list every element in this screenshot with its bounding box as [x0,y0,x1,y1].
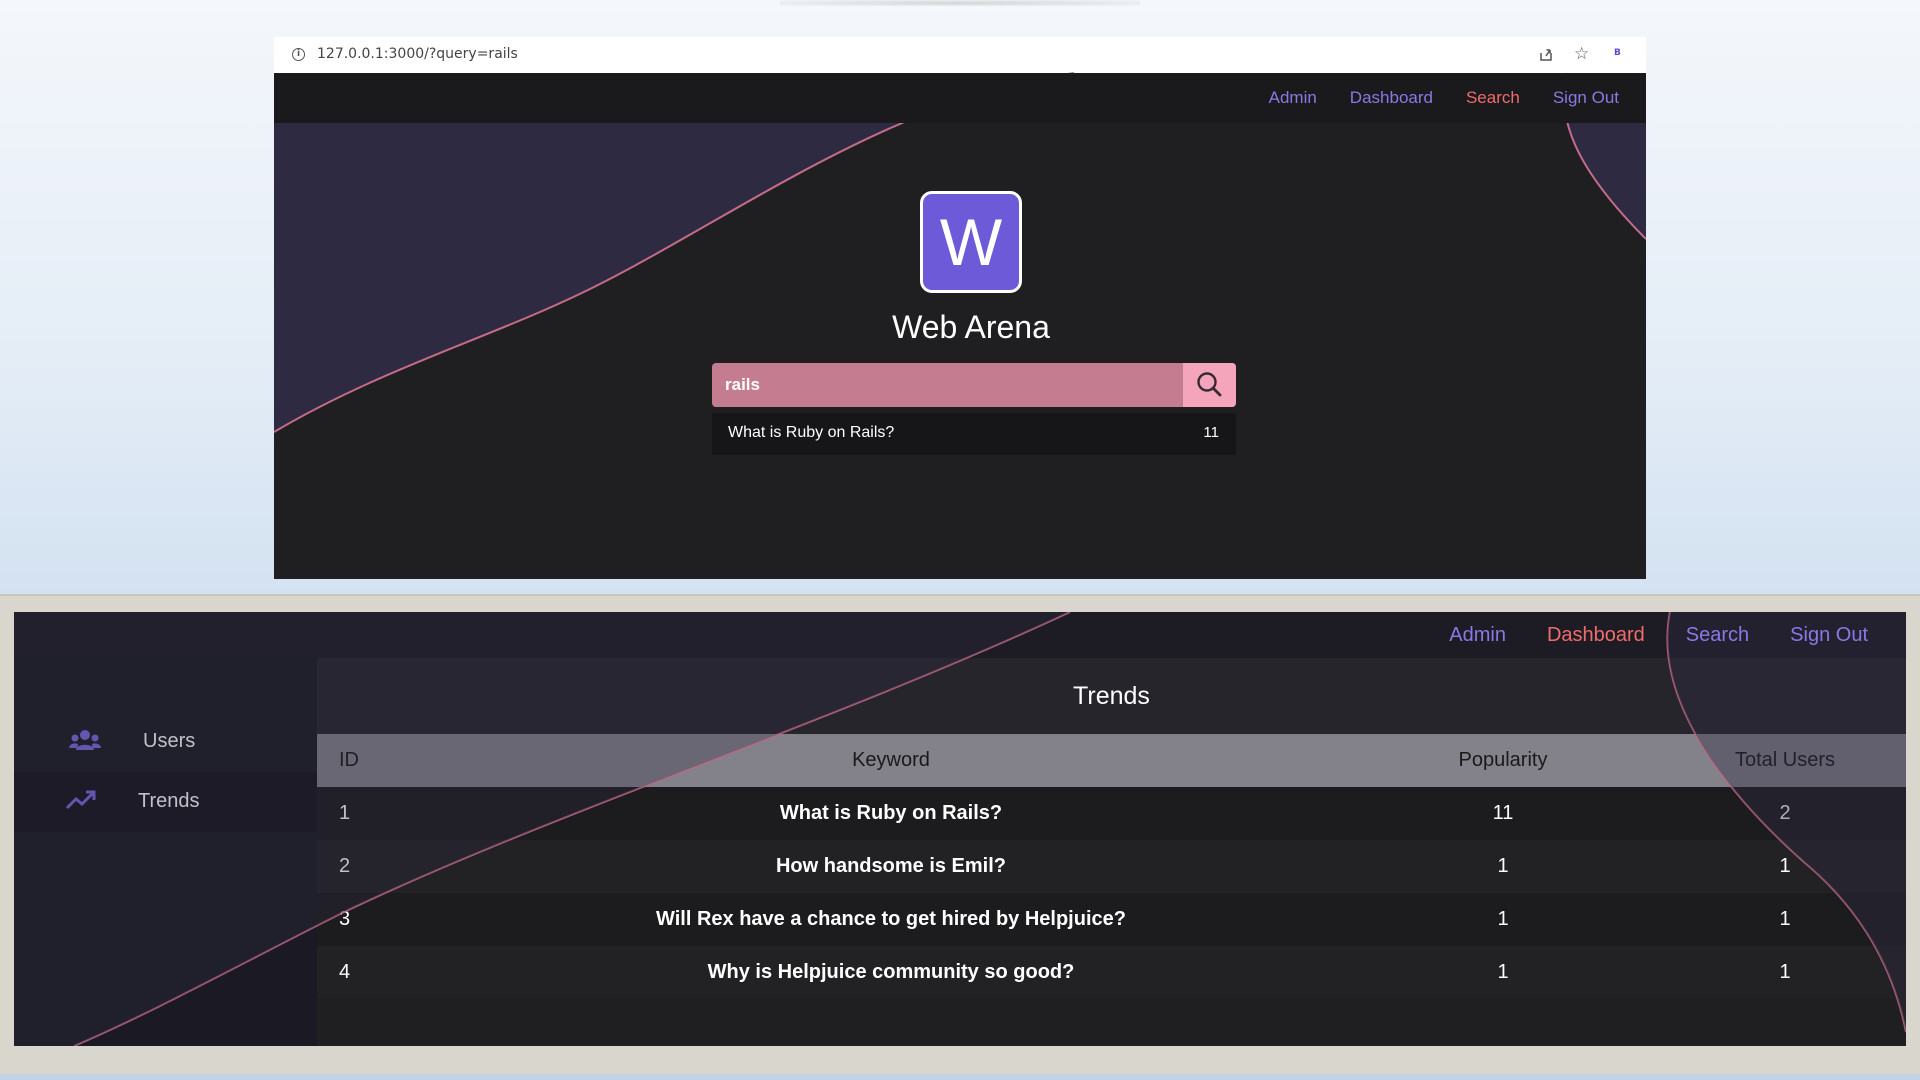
result-query: What is Ruby on Rails? [728,424,895,441]
table-row[interactable]: 1 What is Ruby on Rails? 11 2 [317,787,1906,840]
url-text[interactable]: 127.0.0.1:3000/?query=rails [317,46,518,62]
cell-keyword: Will Rex have a chance to get hired by H… [440,893,1342,946]
cell-id: 2 [317,840,440,893]
page-title: Trends [317,658,1906,734]
cell-keyword: Why is Helpjuice community so good? [440,946,1342,999]
share-icon[interactable] [1538,46,1554,62]
dashboard-app: Users Trends Trends ID Keyword Popularit… [14,612,1906,1046]
sidebar-item-label: Users [143,730,196,752]
sidebar-item-trends[interactable]: Trends [14,772,317,832]
trends-panel: Trends ID Keyword Popularity Total Users… [317,658,1906,1046]
profile-icon[interactable]: B [1614,48,1621,58]
cell-total-users: 1 [1664,840,1906,893]
bookmark-star-icon[interactable]: ☆ [1574,44,1589,64]
browser-window-dashboard: Users Trends Trends ID Keyword Popularit… [0,594,1920,1074]
browser-window-search: i 127.0.0.1:3000/?query=rails ☆ B Admin … [274,37,1646,579]
address-bar[interactable]: i 127.0.0.1:3000/?query=rails ☆ B [274,37,1646,74]
magnifier-icon [1197,372,1222,397]
table-row[interactable]: 2 How handsome is Emil? 1 1 [317,840,1906,893]
search-bar [712,363,1236,407]
trends-table: ID Keyword Popularity Total Users 1 What… [317,734,1906,999]
search-result-item[interactable]: What is Ruby on Rails? 11 [712,413,1236,455]
users-icon [69,730,101,750]
dashboard-navbar: Admin Dashboard Search Sign Out [1408,612,1868,658]
table-row[interactable]: 3 Will Rex have a chance to get hired by… [317,893,1906,946]
app-logo: W [920,191,1022,293]
nav-signout-link[interactable]: Sign Out [1790,624,1868,647]
cell-popularity: 1 [1342,893,1664,946]
search-input[interactable] [712,363,1182,407]
nav-signout-link[interactable]: Sign Out [1553,88,1619,108]
nav-dashboard-link[interactable]: Dashboard [1547,624,1645,647]
nav-dashboard-link[interactable]: Dashboard [1350,88,1433,108]
info-icon[interactable]: i [292,48,305,61]
brand-title: Web Arena [892,309,1050,345]
top-navbar: Admin Dashboard Search Sign Out [274,73,1646,123]
cell-id: 4 [317,946,440,999]
cell-id: 3 [317,893,440,946]
search-button[interactable] [1183,363,1236,407]
cell-popularity: 1 [1342,946,1664,999]
table-row[interactable]: 4 Why is Helpjuice community so good? 1 … [317,946,1906,999]
sidebar: Users Trends [14,658,317,1046]
sidebar-item-users[interactable]: Users [14,712,317,772]
nav-admin-link[interactable]: Admin [1449,624,1506,647]
table-header-row: ID Keyword Popularity Total Users [317,734,1906,787]
cell-keyword: What is Ruby on Rails? [440,787,1342,840]
trending-up-icon [65,790,96,810]
column-header-popularity[interactable]: Popularity [1342,734,1664,787]
cell-total-users: 1 [1664,946,1906,999]
column-header-total-users[interactable]: Total Users [1664,734,1906,787]
cell-keyword: How handsome is Emil? [440,840,1342,893]
cell-total-users: 2 [1664,787,1906,840]
cell-popularity: 11 [1342,787,1664,840]
column-header-id[interactable]: ID [317,734,440,787]
result-count: 11 [1203,424,1219,441]
column-header-keyword[interactable]: Keyword [440,734,1342,787]
top-shadow [780,0,1140,6]
cell-total-users: 1 [1664,893,1906,946]
nav-admin-link[interactable]: Admin [1269,88,1317,108]
nav-search-link[interactable]: Search [1466,88,1520,108]
cell-popularity: 1 [1342,840,1664,893]
nav-search-link[interactable]: Search [1686,624,1749,647]
cell-id: 1 [317,787,440,840]
sidebar-item-label: Trends [138,790,200,812]
